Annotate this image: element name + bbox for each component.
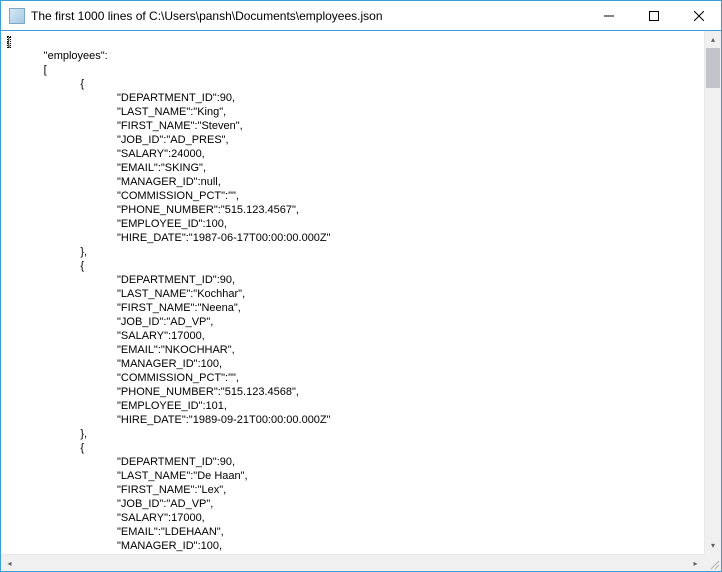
window-controls — [586, 1, 721, 30]
close-button[interactable] — [676, 1, 721, 30]
scroll-down-arrow-icon[interactable]: ▾ — [705, 537, 721, 554]
window-titlebar: The first 1000 lines of C:\Users\pansh\D… — [1, 1, 721, 31]
vertical-scrollbar[interactable]: ▴ ▾ — [704, 31, 721, 554]
resize-grip[interactable] — [704, 554, 721, 571]
text-content[interactable]: { "employees": [ { "DEPARTMENT_ID":90, "… — [1, 31, 704, 554]
client-area: { "employees": [ { "DEPARTMENT_ID":90, "… — [1, 31, 721, 571]
scroll-track[interactable] — [705, 48, 721, 537]
minimize-button[interactable] — [586, 1, 631, 30]
scroll-thumb[interactable] — [706, 48, 720, 88]
maximize-button[interactable] — [631, 1, 676, 30]
window-title: The first 1000 lines of C:\Users\pansh\D… — [31, 9, 586, 23]
app-icon — [9, 8, 25, 24]
scroll-up-arrow-icon[interactable]: ▴ — [705, 31, 721, 48]
scroll-right-arrow-icon[interactable]: ▸ — [687, 555, 704, 571]
horizontal-scrollbar[interactable]: ◂ ▸ — [1, 554, 704, 571]
scroll-left-arrow-icon[interactable]: ◂ — [1, 555, 18, 571]
